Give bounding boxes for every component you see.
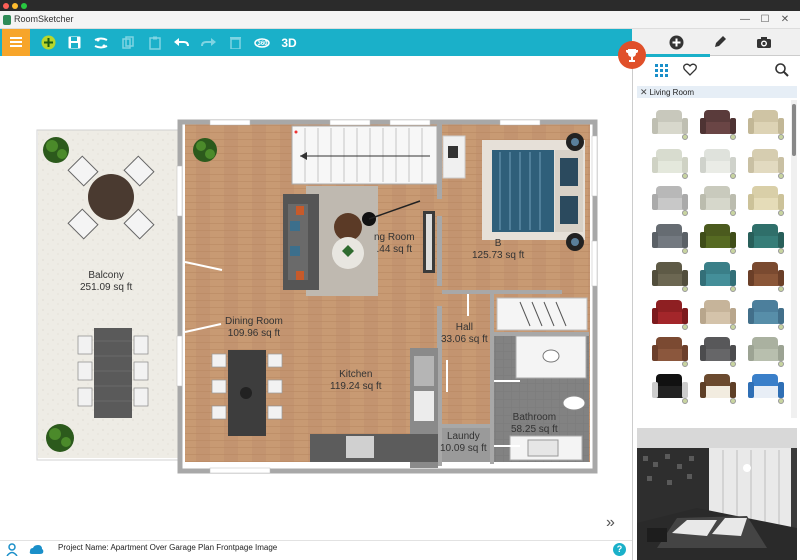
scrollbar-thumb[interactable] [792, 104, 796, 156]
grid-view-icon[interactable] [655, 64, 668, 80]
furniture-thumb[interactable] [648, 182, 690, 218]
sliders-icon [94, 37, 108, 48]
app-logo-icon [3, 15, 11, 25]
breadcrumb-label: Living Room [649, 88, 695, 97]
undo-button[interactable] [168, 29, 194, 56]
room-label-laundry[interactable]: Laundy 10.09 sq ft [440, 431, 487, 455]
search-icon[interactable] [775, 63, 789, 80]
minimize-button[interactable]: — [738, 13, 752, 27]
floor-plan [36, 119, 598, 474]
delete-button[interactable] [222, 29, 248, 56]
floor-plan-canvas[interactable]: Balcony 251.09 sq ft Dining Room 109.96 … [0, 56, 632, 540]
furniture-thumb[interactable] [696, 145, 738, 181]
furniture-thumb[interactable] [696, 106, 738, 142]
save-button[interactable] [61, 29, 87, 56]
furniture-thumb[interactable] [648, 106, 690, 142]
copy-button[interactable] [115, 29, 141, 56]
copy-icon [122, 36, 134, 49]
room-label-bedroom[interactable]: B 125.73 sq ft [472, 238, 524, 262]
room-label-living-room[interactable]: ng Room .44 sq ft [374, 232, 415, 256]
furniture-thumb[interactable] [744, 182, 786, 218]
room-label-kitchen[interactable]: Kitchen 119.24 sq ft [330, 369, 382, 393]
furniture-thumb[interactable] [648, 370, 690, 406]
tab-edit[interactable] [705, 29, 735, 55]
close-dot-icon[interactable] [3, 3, 9, 9]
main-toolbar: 360 3D [0, 29, 632, 56]
room-label-bathroom[interactable]: Bathroom 58.25 sq ft [511, 412, 558, 436]
furniture-thumb[interactable] [744, 145, 786, 181]
furniture-thumb[interactable] [696, 182, 738, 218]
furniture-thumb[interactable] [648, 296, 690, 332]
room-label-dining-room[interactable]: Dining Room 109.96 sq ft [225, 316, 283, 340]
furniture-thumb[interactable] [744, 258, 786, 294]
furniture-thumb[interactable] [744, 106, 786, 142]
furniture-thumb[interactable] [648, 258, 690, 294]
furniture-thumb[interactable] [696, 296, 738, 332]
menu-button[interactable] [2, 29, 30, 56]
tab-add[interactable] [661, 29, 691, 55]
room-label-balcony[interactable]: Balcony 251.09 sq ft [80, 270, 132, 294]
expand-panel-chevron-icon[interactable]: » [606, 514, 615, 532]
maximize-button[interactable]: ☐ [758, 13, 772, 27]
furniture-thumb[interactable] [744, 220, 786, 256]
3d-preview-render [637, 428, 797, 560]
window-title: RoomSketcher [14, 14, 74, 24]
clear-filter-close-icon[interactable]: ✕ [640, 87, 648, 97]
paste-button[interactable] [142, 29, 168, 56]
help-icon[interactable]: ? [613, 543, 626, 556]
add-circle-icon [669, 35, 683, 49]
add-button[interactable] [35, 29, 61, 56]
settings-button[interactable] [88, 29, 114, 56]
close-button[interactable]: ✕ [778, 13, 792, 27]
panel-filter-row [632, 57, 800, 85]
3d-preview[interactable] [637, 428, 797, 560]
rotate-360-icon: 360 [254, 38, 270, 48]
cloud-sync-icon[interactable] [29, 544, 44, 558]
project-name-label: Project Name: Apartment Over Garage Plan… [58, 543, 278, 552]
furniture-thumb[interactable] [744, 333, 786, 369]
furniture-thumb[interactable] [696, 333, 738, 369]
furniture-thumb[interactable] [648, 333, 690, 369]
zoom-dot-icon[interactable] [21, 3, 27, 9]
title-bar: RoomSketcher — ☐ ✕ [0, 11, 800, 29]
trash-icon [229, 37, 241, 49]
undo-icon [173, 38, 189, 47]
os-window-bar [0, 0, 800, 11]
view-3d-button[interactable]: 3D [276, 29, 302, 56]
favorites-heart-icon[interactable] [683, 63, 697, 79]
category-breadcrumb: ✕ Living Room [637, 86, 797, 98]
paste-icon [149, 36, 161, 50]
hamburger-icon [10, 37, 22, 39]
svg-text:360: 360 [258, 41, 269, 47]
furniture-thumb[interactable] [744, 370, 786, 406]
furniture-thumb[interactable] [696, 258, 738, 294]
furniture-thumbnail-grid [640, 100, 788, 418]
furniture-thumb[interactable] [696, 370, 738, 406]
redo-button[interactable] [195, 29, 221, 56]
user-icon[interactable] [6, 543, 18, 559]
save-icon [68, 36, 80, 49]
furniture-thumb[interactable] [744, 296, 786, 332]
room-label-hall[interactable]: Hall 33.06 sq ft [441, 322, 488, 346]
redo-icon [200, 38, 216, 47]
camera-icon [757, 36, 771, 48]
minimize-dot-icon[interactable] [12, 3, 18, 9]
rotate-360-button[interactable]: 360 [249, 29, 275, 56]
furniture-thumb[interactable] [648, 220, 690, 256]
tab-camera[interactable] [749, 29, 779, 55]
add-icon [41, 35, 55, 50]
pencil-icon [715, 36, 726, 47]
furniture-thumb[interactable] [696, 220, 738, 256]
furniture-thumb[interactable] [648, 145, 690, 181]
